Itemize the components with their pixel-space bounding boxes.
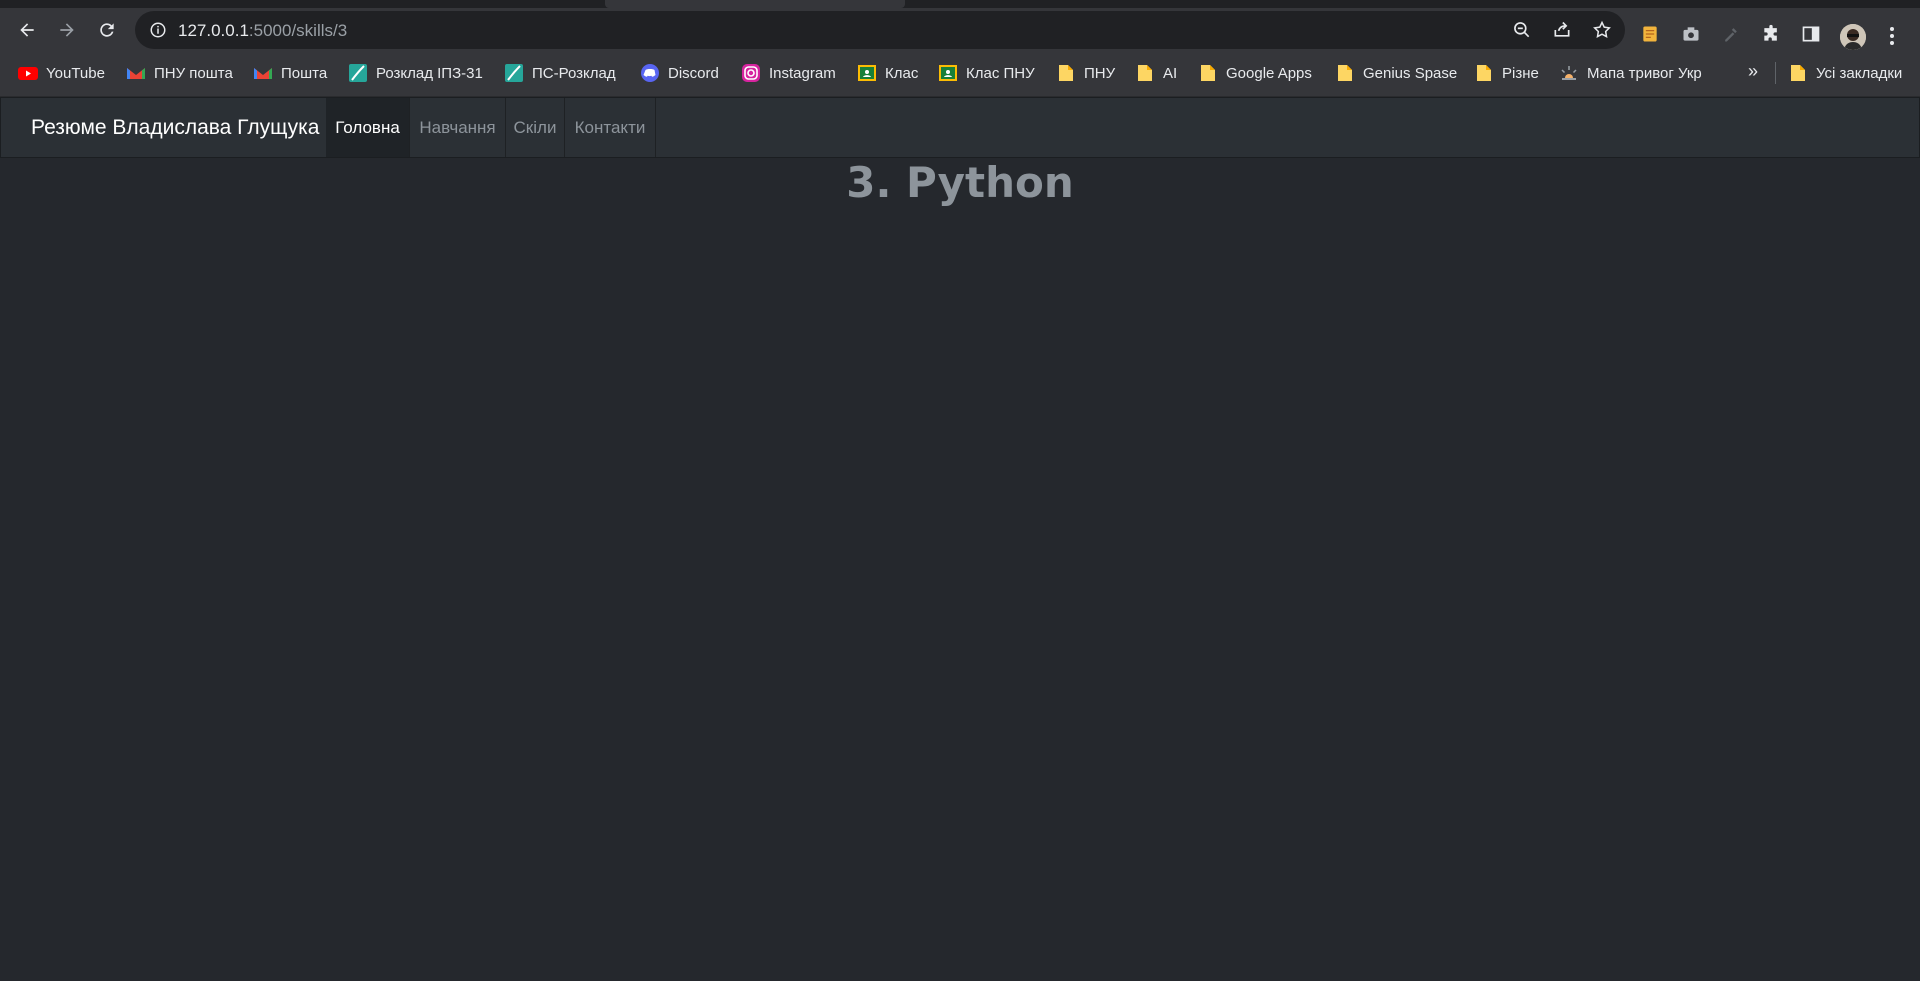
bookmark-class-pnu[interactable]: Клас ПНУ — [938, 61, 1035, 85]
back-button[interactable] — [11, 14, 43, 46]
gmail-icon — [126, 64, 146, 82]
bookmark-star-button[interactable] — [1590, 18, 1614, 42]
nav-link-contacts[interactable]: Контакти — [565, 98, 656, 157]
bookmark-label: Пошта — [281, 64, 328, 82]
bookmark-label: Клас — [885, 64, 919, 82]
bookmark-folder-genius-spase[interactable]: Genius Spase — [1335, 61, 1457, 85]
bookmark-discord[interactable]: Discord — [640, 61, 719, 85]
camera-icon — [1683, 27, 1699, 41]
instagram-icon — [741, 64, 761, 82]
folder-icon — [1135, 64, 1155, 82]
folder-icon — [1788, 64, 1808, 82]
nav-link-education[interactable]: Навчання — [410, 98, 506, 157]
star-icon — [1593, 20, 1611, 38]
active-tab[interactable] — [605, 0, 905, 8]
zoom-out-icon — [1514, 22, 1530, 38]
bookmark-label: Розклад ІПЗ-31 — [376, 64, 483, 82]
bookmark-folder-misc[interactable]: Різне — [1474, 61, 1539, 85]
bookmark-label: Google Apps — [1226, 64, 1312, 82]
classroom-icon — [938, 64, 958, 82]
bookmark-label: Усі закладки — [1816, 64, 1903, 82]
bookmark-pnu-mail[interactable]: ПНУ пошта — [126, 61, 233, 85]
bookmark-label: ПНУ пошта — [154, 64, 233, 82]
bookmark-schedule-ipz[interactable]: Розклад ІПЗ-31 — [348, 61, 483, 85]
reload-icon — [100, 23, 114, 37]
extension-screenshot[interactable] — [1679, 22, 1703, 46]
bookmark-ps-schedule[interactable]: ПС-Розклад — [504, 61, 616, 85]
site-navbar: Резюме Владислава Глущука Головна Навчан… — [0, 97, 1920, 158]
folder-icon — [1474, 64, 1494, 82]
browser-toolbar: 127.0.0.1:5000/skills/3 — [0, 8, 1920, 52]
folder-icon — [1056, 64, 1076, 82]
gmail-icon — [253, 64, 273, 82]
extension-eyedropper[interactable] — [1719, 22, 1743, 46]
arrow-left-icon — [20, 23, 34, 37]
extension-notes[interactable] — [1638, 22, 1662, 46]
bookmark-mail[interactable]: Пошта — [253, 61, 327, 85]
bookmark-label: Discord — [668, 64, 719, 82]
share-button[interactable] — [1550, 18, 1574, 42]
profile-avatar[interactable] — [1840, 24, 1866, 50]
bookmark-class[interactable]: Клас — [857, 61, 918, 85]
bookmark-label: AI — [1163, 64, 1178, 82]
bookmark-label: Genius Spase — [1363, 64, 1458, 82]
address-bar[interactable]: 127.0.0.1:5000/skills/3 — [135, 11, 1625, 49]
avatar-icon — [1840, 24, 1866, 50]
bookmark-label: ПС-Розклад — [532, 64, 616, 82]
share-icon — [1554, 21, 1570, 37]
side-panel-icon — [1802, 26, 1820, 42]
notes-extension-icon — [1643, 26, 1657, 42]
schedule-icon — [504, 64, 524, 82]
schedule-icon — [348, 64, 368, 82]
url-text[interactable]: 127.0.0.1:5000/skills/3 — [178, 21, 347, 40]
browser-menu-button[interactable] — [1880, 22, 1904, 50]
bookmark-youtube[interactable]: YouTube — [18, 61, 105, 85]
bookmark-label: Клас ПНУ — [966, 64, 1035, 82]
bookmark-folder-google-apps[interactable]: Google Apps — [1198, 61, 1312, 85]
bookmark-alert-map[interactable]: Мапа тривог Укр — [1559, 61, 1702, 85]
site-info-icon[interactable] — [149, 21, 167, 39]
bookmark-label: Мапа тривог Укр — [1587, 64, 1702, 82]
puzzle-icon — [1764, 24, 1777, 41]
eyedropper-icon — [1725, 28, 1737, 42]
site-brand[interactable]: Резюме Владислава Глущука — [31, 116, 319, 140]
bookmark-label: Різне — [1502, 64, 1539, 82]
tab-strip — [0, 0, 1920, 8]
zoom-button[interactable] — [1510, 18, 1534, 42]
bookmarks-overflow-button[interactable]: » — [1748, 61, 1758, 82]
bookmarks-bar: YouTube ПНУ пошта Пошта Розклад ІПЗ-31 П… — [0, 52, 1920, 97]
forward-button[interactable] — [51, 14, 83, 46]
bookmark-label: ПНУ — [1084, 64, 1116, 82]
extensions-button[interactable] — [1759, 22, 1783, 46]
folder-icon — [1335, 64, 1355, 82]
classroom-icon — [857, 64, 877, 82]
nav-link-skills[interactable]: Скіли — [506, 98, 565, 157]
youtube-icon — [18, 64, 38, 82]
bookmark-label: Instagram — [769, 64, 836, 82]
side-panel-button[interactable] — [1799, 22, 1823, 46]
url-host: 127.0.0.1 — [178, 21, 249, 40]
url-path: :5000/skills/3 — [248, 21, 348, 40]
discord-icon — [640, 64, 660, 82]
nav-link-home[interactable]: Головна — [326, 98, 410, 157]
all-bookmarks-button[interactable]: Усі закладки — [1788, 61, 1902, 85]
reload-button[interactable] — [91, 14, 123, 46]
alert-map-icon — [1559, 64, 1579, 82]
bookmark-instagram[interactable]: Instagram — [741, 61, 836, 85]
bookmarks-divider — [1775, 62, 1776, 84]
bookmark-label: YouTube — [46, 64, 105, 82]
bookmark-folder-ai[interactable]: AI — [1135, 61, 1177, 85]
arrow-right-icon — [60, 23, 74, 37]
folder-icon — [1198, 64, 1218, 82]
page-title: 3. Python — [846, 158, 1074, 207]
bookmark-folder-pnu[interactable]: ПНУ — [1056, 61, 1115, 85]
